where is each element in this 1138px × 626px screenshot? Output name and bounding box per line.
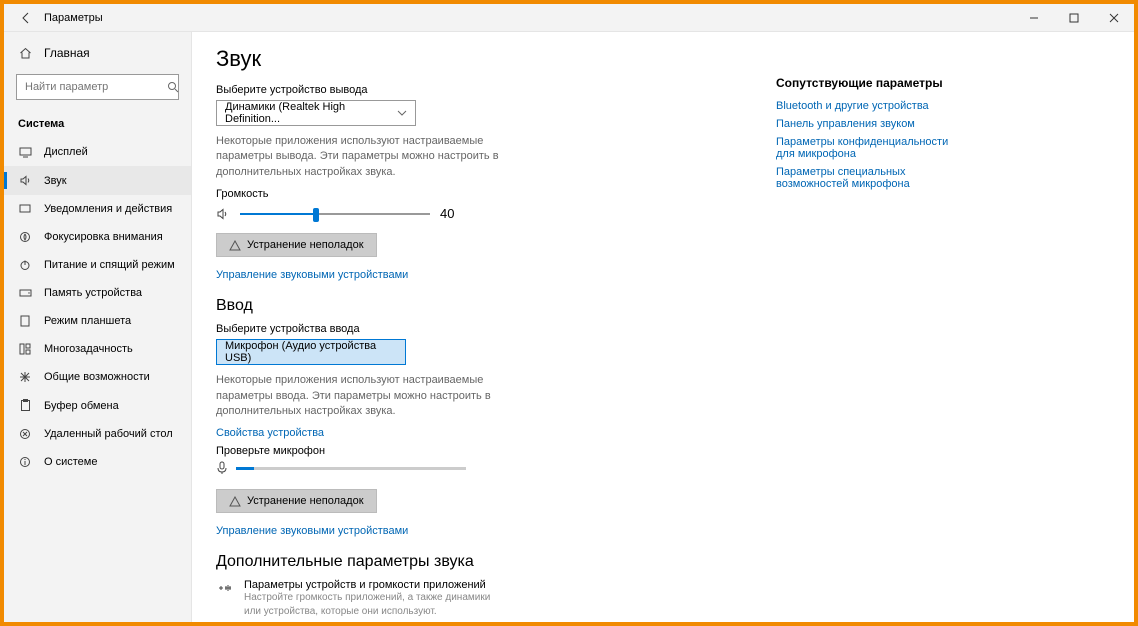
home-icon — [18, 47, 32, 60]
app-volume-icon — [216, 579, 234, 597]
sidebar-item-storage[interactable]: Память устройства — [4, 279, 191, 307]
sidebar-item-multitask[interactable]: Многозадачность — [4, 335, 191, 363]
related-heading: Сопутствующие параметры — [776, 76, 956, 90]
output-device-dropdown[interactable]: Динамики (Realtek High Definition... — [216, 100, 416, 126]
sidebar-item-about[interactable]: О системе — [4, 448, 191, 476]
about-icon — [18, 456, 32, 468]
page-title: Звук — [216, 46, 736, 72]
input-device-label: Выберите устройства ввода — [216, 323, 736, 335]
sidebar-item-tablet[interactable]: Режим планшета — [4, 307, 191, 335]
focus-icon — [18, 231, 32, 243]
search-input[interactable] — [16, 74, 179, 100]
output-desc: Некоторые приложения используют настраив… — [216, 134, 516, 180]
sidebar: Главная Система Дисплей Звук Уведомления… — [4, 32, 192, 622]
clipboard-icon — [18, 399, 32, 412]
storage-icon — [18, 288, 32, 298]
output-troubleshoot-button[interactable]: Устранение неполадок — [216, 233, 377, 257]
app-volume-title: Параметры устройств и громкости приложен… — [244, 579, 504, 591]
speaker-icon — [216, 207, 230, 221]
output-device-label: Выберите устройство вывода — [216, 84, 736, 96]
volume-slider[interactable] — [240, 213, 430, 215]
shared-icon — [18, 371, 32, 383]
window-title: Параметры — [44, 12, 103, 24]
search-field[interactable] — [25, 81, 167, 93]
related-link-control-panel[interactable]: Панель управления звуком — [776, 118, 956, 130]
minimize-button[interactable] — [1014, 4, 1054, 32]
input-device-dropdown[interactable]: Микрофон (Аудио устройства USB) — [216, 339, 406, 365]
sidebar-item-focus[interactable]: Фокусировка внимания — [4, 223, 191, 251]
sidebar-item-clipboard[interactable]: Буфер обмена — [4, 391, 191, 420]
sidebar-item-sound[interactable]: Звук — [4, 166, 191, 195]
remote-icon — [18, 428, 32, 440]
close-button[interactable] — [1094, 4, 1134, 32]
warning-icon — [229, 240, 241, 251]
sidebar-group: Система — [4, 108, 191, 138]
input-troubleshoot-button[interactable]: Устранение неполадок — [216, 489, 377, 513]
tablet-icon — [18, 315, 32, 327]
input-desc: Некоторые приложения используют настраив… — [216, 373, 516, 419]
related-link-bluetooth[interactable]: Bluetooth и другие устройства — [776, 100, 956, 112]
sidebar-item-notifications[interactable]: Уведомления и действия — [4, 195, 191, 223]
maximize-button[interactable] — [1054, 4, 1094, 32]
test-mic-label: Проверьте микрофон — [216, 445, 736, 457]
device-properties-link[interactable]: Свойства устройства — [216, 427, 736, 439]
manage-input-link[interactable]: Управление звуковыми устройствами — [216, 525, 736, 537]
notifications-icon — [18, 203, 32, 215]
sidebar-item-shared[interactable]: Общие возможности — [4, 363, 191, 391]
volume-label: Громкость — [216, 188, 736, 200]
power-icon — [18, 259, 32, 271]
advanced-heading: Дополнительные параметры звука — [216, 553, 736, 571]
back-button[interactable] — [12, 4, 40, 32]
sidebar-item-display[interactable]: Дисплей — [4, 138, 191, 166]
home-link[interactable]: Главная — [4, 40, 191, 66]
volume-value: 40 — [440, 206, 464, 221]
warning-icon — [229, 496, 241, 507]
chevron-down-icon — [397, 110, 407, 116]
related-link-privacy[interactable]: Параметры конфиденциальности для микрофо… — [776, 136, 956, 160]
home-label: Главная — [44, 46, 90, 60]
sound-icon — [18, 174, 32, 187]
related-link-accessibility[interactable]: Параметры специальных возможностей микро… — [776, 166, 956, 190]
sidebar-item-power[interactable]: Питание и спящий режим — [4, 251, 191, 279]
manage-output-link[interactable]: Управление звуковыми устройствами — [216, 269, 736, 281]
multitask-icon — [18, 343, 32, 355]
input-heading: Ввод — [216, 297, 736, 315]
search-icon — [167, 81, 179, 93]
app-volume-item[interactable]: Параметры устройств и громкости приложен… — [216, 579, 736, 619]
app-volume-desc: Настройте громкость приложений, а также … — [244, 591, 504, 619]
display-icon — [18, 147, 32, 158]
mic-level-bar — [236, 467, 466, 470]
microphone-icon — [216, 461, 228, 475]
sidebar-item-remote[interactable]: Удаленный рабочий стол — [4, 420, 191, 448]
